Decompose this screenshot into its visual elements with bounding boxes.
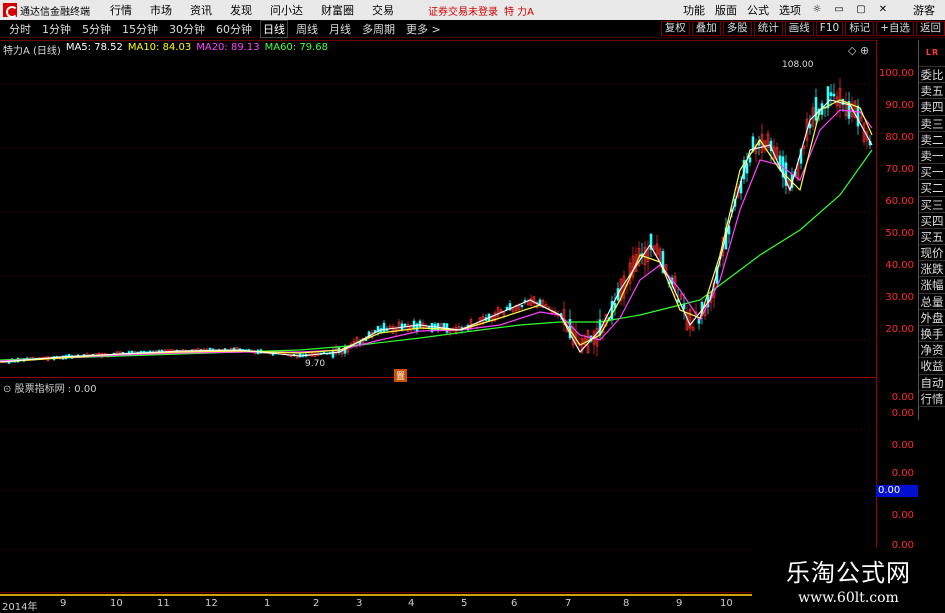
time-tick: 9: [676, 598, 683, 609]
sidebar-item[interactable]: 买四: [919, 213, 945, 229]
quote-sidebar: L R 委比 卖五 卖四 卖三 卖二 卖一 买一 买二 买三 买四 买五 现价 涨跌 涨幅 总量 外盘 换手 净资…: [918, 40, 945, 420]
time-tick: 8: [623, 598, 630, 609]
sidebar-item[interactable]: 委比: [919, 67, 945, 84]
candle-body: [808, 123, 812, 129]
sidebar-item[interactable]: 卖一: [919, 148, 945, 165]
indicator-tick: 0.00: [891, 392, 914, 403]
candle-body: [400, 323, 404, 330]
candle-body: [358, 341, 362, 345]
candle-body: [403, 323, 407, 327]
candle-body: [427, 326, 431, 329]
watermark-url: www.60lt.com: [798, 590, 899, 606]
candle-body: [856, 105, 860, 127]
sidebar-auto[interactable]: 自动: [919, 375, 945, 391]
sidebar-item[interactable]: 卖三: [919, 116, 945, 132]
candle-body: [418, 320, 422, 328]
indicator-label: 股票指标网 : 0.00: [14, 384, 97, 395]
time-tick: 4: [408, 598, 415, 609]
watermark: 乐淘公式网 www.60lt.com: [752, 548, 945, 609]
candle-body: [814, 97, 818, 121]
candle-body: [412, 320, 416, 330]
price-tick: 40.00: [885, 260, 914, 271]
sidebar-item[interactable]: 涨跌: [919, 261, 945, 278]
time-tick: 5: [461, 598, 468, 609]
sidebar-item[interactable]: 现价: [919, 245, 945, 262]
time-tick: 6: [511, 598, 518, 609]
indicator-current-value: 0.00: [876, 485, 918, 497]
time-tick: 10: [110, 598, 123, 609]
indicator-tick: 0.00: [891, 510, 914, 521]
indicator-tick: 0.00: [891, 408, 914, 419]
price-tick: 60.00: [885, 196, 914, 207]
sidebar-lr[interactable]: L R: [919, 40, 945, 67]
ma20-label: MA20: 89.13: [196, 42, 260, 53]
chart-title: 特力A (日线): [3, 46, 61, 57]
low-price-annotation: 9.70: [305, 359, 326, 369]
price-tick: 20.00: [885, 324, 914, 335]
candle-body: [826, 86, 830, 109]
ma5-line: [0, 99, 873, 363]
ma10-label: MA10: 84.03: [127, 42, 192, 53]
candle-body: [382, 322, 386, 333]
high-price-annotation: 108.00: [782, 60, 814, 70]
ma5-label: MA5: 78.52: [65, 42, 123, 53]
sidebar-item[interactable]: 涨幅: [919, 277, 945, 294]
time-tick: 10: [720, 598, 733, 609]
candle-body: [832, 93, 836, 97]
time-tick: 9: [60, 598, 67, 609]
sidebar-l[interactable]: L: [926, 45, 931, 61]
indicator-panel[interactable]: [0, 378, 876, 593]
time-tick: 3: [356, 598, 363, 609]
sidebar-list: 委比 卖五 卖四 卖三 卖二 卖一 买一 买二 买三 买四 买五 现价 涨跌 涨幅 总量 外盘 换手 净资 收益: [919, 67, 945, 375]
time-tick: 2014年: [2, 602, 38, 613]
time-tick: 2: [313, 598, 320, 609]
indicator-tick: 0.00: [891, 468, 914, 479]
candles: [1, 77, 872, 365]
indicator-tick: 0.00: [891, 440, 914, 451]
price-tick: 80.00: [885, 132, 914, 143]
price-tick: 70.00: [885, 164, 914, 175]
candle-body: [538, 299, 542, 305]
indicator-legend: ⊙ 股票指标网 : 0.00: [3, 380, 97, 395]
sidebar-item[interactable]: 卖五: [919, 83, 945, 100]
candle-body: [748, 157, 752, 163]
zoom-icon[interactable]: ◇ ⊕: [848, 44, 869, 57]
time-tick: 1: [264, 598, 271, 609]
sidebar-r[interactable]: R: [932, 45, 938, 61]
price-tick: 90.00: [885, 100, 914, 111]
indicator-toggle-icon[interactable]: ⊙: [3, 384, 11, 395]
sidebar-item[interactable]: 买一: [919, 164, 945, 181]
price-axis: 100.00 90.00 80.00 70.00 60.00 50.00 40.…: [876, 40, 918, 378]
sidebar-item[interactable]: 收益: [919, 358, 945, 375]
sidebar-item[interactable]: 买三: [919, 197, 945, 213]
sidebar-item[interactable]: 外盘: [919, 310, 945, 326]
sidebar-item[interactable]: 买二: [919, 180, 945, 197]
time-tick: 12: [205, 598, 218, 609]
ma-legend: 特力A (日线) MA5: 78.52 MA10: 84.03 MA20: 89…: [3, 42, 328, 57]
sidebar-item[interactable]: 卖二: [919, 132, 945, 148]
sidebar-item[interactable]: 净资: [919, 342, 945, 359]
ma60-label: MA60: 79.68: [264, 42, 328, 53]
price-tick: 50.00: [885, 228, 914, 239]
time-tick: 11: [157, 598, 170, 609]
sidebar-item[interactable]: 总量: [919, 294, 945, 310]
sidebar-item[interactable]: 换手: [919, 326, 945, 343]
sidebar-item[interactable]: 买五: [919, 229, 945, 246]
watermark-title: 乐淘公式网: [786, 559, 911, 587]
price-tick: 100.00: [879, 68, 914, 79]
sidebar-quotes[interactable]: 行情: [919, 391, 945, 407]
candle-body: [829, 92, 833, 97]
candle-body: [520, 305, 524, 307]
price-tick: 30.00: [885, 292, 914, 303]
ma10-line: [0, 99, 873, 363]
sidebar-item[interactable]: 卖四: [919, 99, 945, 116]
time-tick: 7: [565, 598, 572, 609]
